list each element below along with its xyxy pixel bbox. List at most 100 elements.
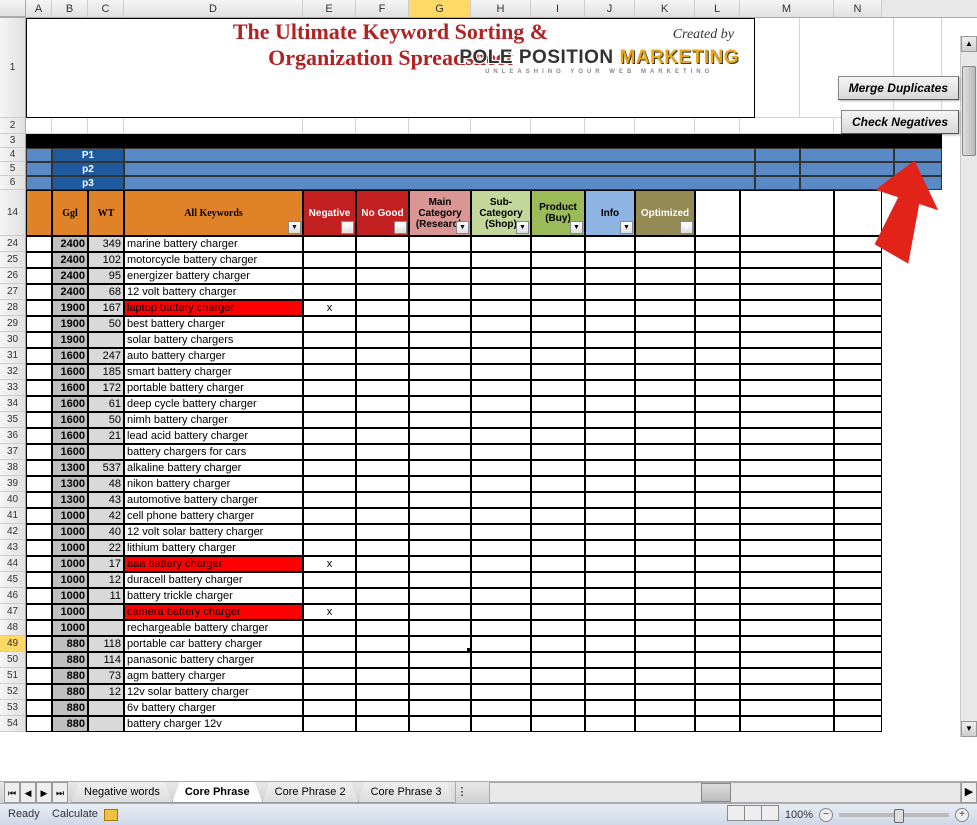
sheet-tab[interactable]: Negative words: [71, 782, 173, 803]
keyword-cell[interactable]: alkaline battery charger: [124, 460, 303, 476]
filter-dropdown-icon[interactable]: ▼: [620, 221, 633, 234]
optimized-cell[interactable]: [635, 572, 695, 588]
keyword-cell[interactable]: portable car battery charger: [124, 636, 303, 652]
empty-cell[interactable]: [695, 236, 740, 252]
info-cell[interactable]: [585, 588, 635, 604]
wt-value[interactable]: 167: [88, 300, 124, 316]
info-cell[interactable]: [585, 252, 635, 268]
row-header[interactable]: 26: [0, 268, 26, 284]
negative-cell[interactable]: [303, 588, 356, 604]
optimized-cell[interactable]: [635, 684, 695, 700]
product-cell[interactable]: [531, 716, 585, 732]
optimized-cell[interactable]: [635, 492, 695, 508]
info-cell[interactable]: [585, 236, 635, 252]
negative-cell[interactable]: [303, 572, 356, 588]
ggl-value[interactable]: 880: [52, 652, 88, 668]
info-cell[interactable]: [585, 364, 635, 380]
product-cell[interactable]: [531, 284, 585, 300]
optimized-cell[interactable]: [635, 508, 695, 524]
keyword-cell[interactable]: nikon battery charger: [124, 476, 303, 492]
sub-cat-cell[interactable]: [471, 284, 531, 300]
keyword-cell[interactable]: battery trickle charger: [124, 588, 303, 604]
optimized-cell[interactable]: [635, 716, 695, 732]
nogood-cell[interactable]: [356, 396, 409, 412]
nogood-cell[interactable]: [356, 716, 409, 732]
scroll-thumb[interactable]: [962, 66, 976, 156]
product-cell[interactable]: [531, 620, 585, 636]
empty-cell[interactable]: [26, 380, 52, 396]
tab-last-icon[interactable]: ⏭: [52, 782, 68, 803]
optimized-cell[interactable]: [635, 364, 695, 380]
sub-cat-cell[interactable]: [471, 716, 531, 732]
wt-value[interactable]: 102: [88, 252, 124, 268]
empty-cell[interactable]: [740, 620, 834, 636]
ggl-value[interactable]: 1900: [52, 300, 88, 316]
empty-cell[interactable]: [695, 476, 740, 492]
ggl-value[interactable]: 1300: [52, 460, 88, 476]
empty-cell[interactable]: [740, 300, 834, 316]
filter-dropdown-icon[interactable]: ▼: [341, 221, 354, 234]
empty-cell[interactable]: [834, 460, 882, 476]
empty-cell[interactable]: [740, 348, 834, 364]
keyword-cell[interactable]: 6v battery charger: [124, 700, 303, 716]
ggl-value[interactable]: 1600: [52, 380, 88, 396]
main-cat-cell[interactable]: [409, 252, 471, 268]
nogood-cell[interactable]: [356, 460, 409, 476]
sub-cat-cell[interactable]: [471, 316, 531, 332]
nogood-cell[interactable]: [356, 700, 409, 716]
sub-cat-cell[interactable]: [471, 236, 531, 252]
wt-value[interactable]: 118: [88, 636, 124, 652]
keyword-cell[interactable]: best battery charger: [124, 316, 303, 332]
empty-cell[interactable]: [695, 300, 740, 316]
ggl-value[interactable]: 1000: [52, 556, 88, 572]
main-cat-cell[interactable]: [409, 524, 471, 540]
optimized-cell[interactable]: [635, 540, 695, 556]
product-cell[interactable]: [531, 524, 585, 540]
empty-cell[interactable]: [740, 556, 834, 572]
product-cell[interactable]: [531, 668, 585, 684]
empty-cell[interactable]: [755, 162, 800, 176]
empty-cell[interactable]: [894, 134, 942, 148]
ggl-value[interactable]: 2400: [52, 252, 88, 268]
row-header[interactable]: 29: [0, 316, 26, 332]
empty-cell[interactable]: [409, 118, 471, 134]
wt-value[interactable]: 21: [88, 428, 124, 444]
col-header-D[interactable]: D: [124, 0, 303, 17]
product-cell[interactable]: [531, 364, 585, 380]
optimized-cell[interactable]: [635, 668, 695, 684]
empty-cell[interactable]: [26, 316, 52, 332]
product-cell[interactable]: [531, 684, 585, 700]
row-header[interactable]: 2: [0, 118, 26, 134]
empty-cell[interactable]: [834, 396, 882, 412]
empty-cell[interactable]: [740, 190, 834, 236]
optimized-cell[interactable]: [635, 556, 695, 572]
keyword-cell[interactable]: nimh battery charger: [124, 412, 303, 428]
empty-cell[interactable]: [740, 636, 834, 652]
empty-cell[interactable]: [740, 316, 834, 332]
wt-value[interactable]: [88, 444, 124, 460]
ggl-value[interactable]: 1000: [52, 604, 88, 620]
negative-cell[interactable]: [303, 364, 356, 380]
optimized-cell[interactable]: [635, 348, 695, 364]
nogood-cell[interactable]: [356, 668, 409, 684]
optimized-cell[interactable]: [635, 652, 695, 668]
empty-cell[interactable]: [834, 412, 882, 428]
info-cell[interactable]: [585, 684, 635, 700]
wt-value[interactable]: 68: [88, 284, 124, 300]
wt-value[interactable]: 172: [88, 380, 124, 396]
main-cat-cell[interactable]: [409, 716, 471, 732]
ggl-value[interactable]: 1600: [52, 396, 88, 412]
product-cell[interactable]: [531, 700, 585, 716]
page-layout-view-icon[interactable]: [744, 805, 762, 821]
sub-cat-cell[interactable]: [471, 268, 531, 284]
negative-cell[interactable]: [303, 268, 356, 284]
ggl-value[interactable]: 880: [52, 684, 88, 700]
nogood-cell[interactable]: [356, 636, 409, 652]
empty-cell[interactable]: [695, 348, 740, 364]
empty-cell[interactable]: [695, 428, 740, 444]
row-header[interactable]: 50: [0, 652, 26, 668]
empty-cell[interactable]: [740, 540, 834, 556]
empty-cell[interactable]: [26, 620, 52, 636]
wt-value[interactable]: 43: [88, 492, 124, 508]
empty-cell[interactable]: [834, 508, 882, 524]
